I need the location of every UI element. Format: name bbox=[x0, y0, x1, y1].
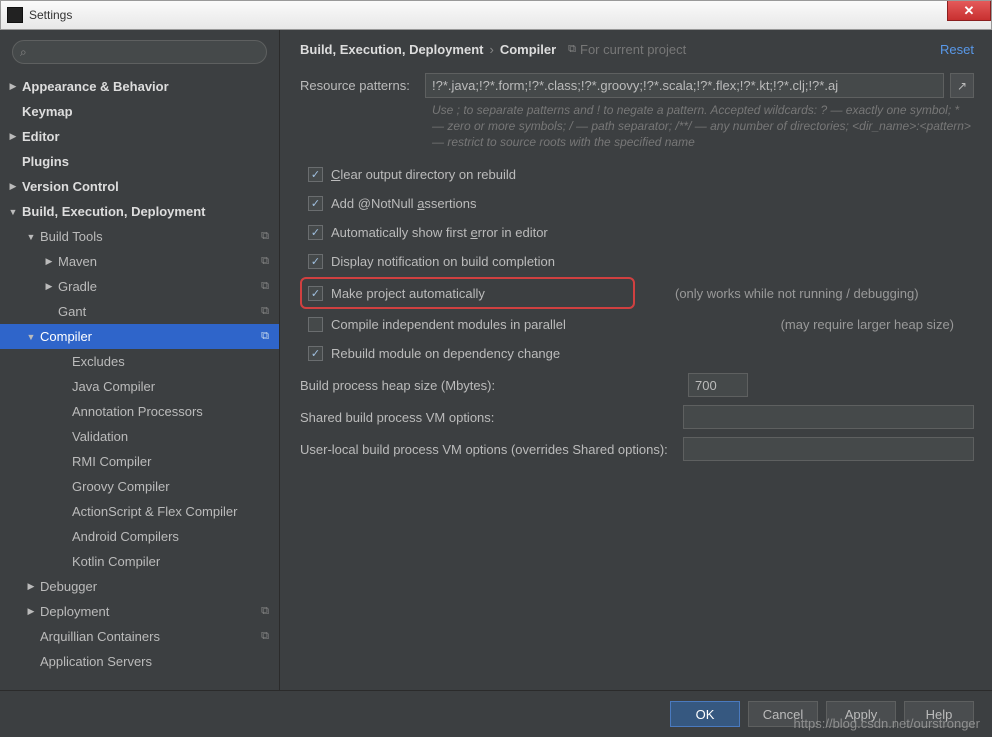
tree-vcs[interactable]: Version Control bbox=[0, 174, 279, 199]
note-compile-parallel: (may require larger heap size) bbox=[781, 317, 974, 332]
tree-editor[interactable]: Editor bbox=[0, 124, 279, 149]
copy-icon: ⧉ bbox=[261, 330, 269, 343]
tree-gradle[interactable]: Gradle⧉ bbox=[0, 274, 279, 299]
app-icon bbox=[7, 7, 23, 23]
copy-icon: ⧉ bbox=[261, 605, 269, 618]
user-vm-label: User-local build process VM options (ove… bbox=[300, 442, 683, 457]
note-make-auto: (only works while not running / debuggin… bbox=[675, 286, 919, 301]
tree-maven[interactable]: Maven⧉ bbox=[0, 249, 279, 274]
patterns-expand-button[interactable]: ↗ bbox=[950, 73, 974, 98]
patterns-input[interactable] bbox=[425, 73, 944, 98]
checkbox-compile-parallel[interactable] bbox=[308, 317, 323, 332]
heap-label: Build process heap size (Mbytes): bbox=[300, 378, 688, 393]
label-make-auto: Make project automatically bbox=[331, 286, 485, 301]
tree-annproc[interactable]: Annotation Processors bbox=[0, 399, 279, 424]
label-add-notnull: Add @NotNull assertions bbox=[331, 196, 476, 211]
breadcrumb-current: Compiler bbox=[500, 42, 556, 57]
label-compile-parallel: Compile independent modules in parallel bbox=[331, 317, 566, 332]
checkbox-notify-build[interactable] bbox=[308, 254, 323, 269]
tree-validation[interactable]: Validation bbox=[0, 424, 279, 449]
tree-bed[interactable]: Build, Execution, Deployment bbox=[0, 199, 279, 224]
tree-buildtools[interactable]: Build Tools⧉ bbox=[0, 224, 279, 249]
tree-groovy[interactable]: Groovy Compiler bbox=[0, 474, 279, 499]
content-panel: Build, Execution, Deployment › Compiler … bbox=[280, 30, 992, 690]
checkbox-auto-error[interactable] bbox=[308, 225, 323, 240]
copy-icon: ⧉ bbox=[568, 43, 576, 56]
tree-debugger[interactable]: Debugger bbox=[0, 574, 279, 599]
breadcrumb-root[interactable]: Build, Execution, Deployment bbox=[300, 42, 483, 57]
ok-button[interactable]: OK bbox=[670, 701, 740, 727]
watermark: https://blog.csdn.net/ourstronger bbox=[794, 716, 980, 731]
tree-javacompiler[interactable]: Java Compiler bbox=[0, 374, 279, 399]
tree-rmi[interactable]: RMI Compiler bbox=[0, 449, 279, 474]
heap-input[interactable] bbox=[688, 373, 748, 397]
label-clear-output: Clear output directory on rebuild bbox=[331, 167, 516, 182]
tree-keymap[interactable]: Keymap bbox=[0, 99, 279, 124]
close-button[interactable]: ✕ bbox=[947, 1, 991, 21]
tree-arquillian[interactable]: Arquillian Containers⧉ bbox=[0, 624, 279, 649]
tree-appservers[interactable]: Application Servers bbox=[0, 649, 279, 674]
tree-gant[interactable]: Gant⧉ bbox=[0, 299, 279, 324]
titlebar: Settings ✕ bbox=[0, 0, 992, 30]
tree-appearance[interactable]: Appearance & Behavior bbox=[0, 74, 279, 99]
patterns-hint: Use ; to separate patterns and ! to nega… bbox=[300, 102, 974, 150]
shared-vm-label: Shared build process VM options: bbox=[300, 410, 683, 425]
breadcrumb-sep: › bbox=[489, 42, 493, 57]
breadcrumb-note: For current project bbox=[580, 42, 686, 57]
label-auto-error: Automatically show first error in editor bbox=[331, 225, 548, 240]
search-input[interactable] bbox=[12, 40, 267, 64]
tree-compiler[interactable]: Compiler⧉ bbox=[0, 324, 279, 349]
tree-android[interactable]: Android Compilers bbox=[0, 524, 279, 549]
sidebar: ⌕ Appearance & Behavior Keymap Editor Pl… bbox=[0, 30, 280, 690]
breadcrumb: Build, Execution, Deployment › Compiler … bbox=[300, 42, 974, 57]
label-rebuild-dep: Rebuild module on dependency change bbox=[331, 346, 560, 361]
tree-asflex[interactable]: ActionScript & Flex Compiler bbox=[0, 499, 279, 524]
tree-plugins[interactable]: Plugins bbox=[0, 149, 279, 174]
copy-icon: ⧉ bbox=[261, 630, 269, 643]
tree-excludes[interactable]: Excludes bbox=[0, 349, 279, 374]
checkbox-add-notnull[interactable] bbox=[308, 196, 323, 211]
user-vm-input[interactable] bbox=[683, 437, 974, 461]
settings-tree: Appearance & Behavior Keymap Editor Plug… bbox=[0, 72, 279, 690]
tree-kotlin[interactable]: Kotlin Compiler bbox=[0, 549, 279, 574]
highlight-make-auto: Make project automatically bbox=[300, 277, 635, 309]
label-notify-build: Display notification on build completion bbox=[331, 254, 555, 269]
tree-deployment[interactable]: Deployment⧉ bbox=[0, 599, 279, 624]
copy-icon: ⧉ bbox=[261, 230, 269, 243]
copy-icon: ⧉ bbox=[261, 280, 269, 293]
search-icon: ⌕ bbox=[20, 45, 27, 60]
reset-link[interactable]: Reset bbox=[940, 42, 974, 57]
shared-vm-input[interactable] bbox=[683, 405, 974, 429]
window-title: Settings bbox=[29, 8, 72, 22]
checkbox-rebuild-dep[interactable] bbox=[308, 346, 323, 361]
patterns-label: Resource patterns: bbox=[300, 78, 425, 93]
copy-icon: ⧉ bbox=[261, 255, 269, 268]
checkbox-make-auto[interactable] bbox=[308, 286, 323, 301]
checkbox-clear-output[interactable] bbox=[308, 167, 323, 182]
copy-icon: ⧉ bbox=[261, 305, 269, 318]
